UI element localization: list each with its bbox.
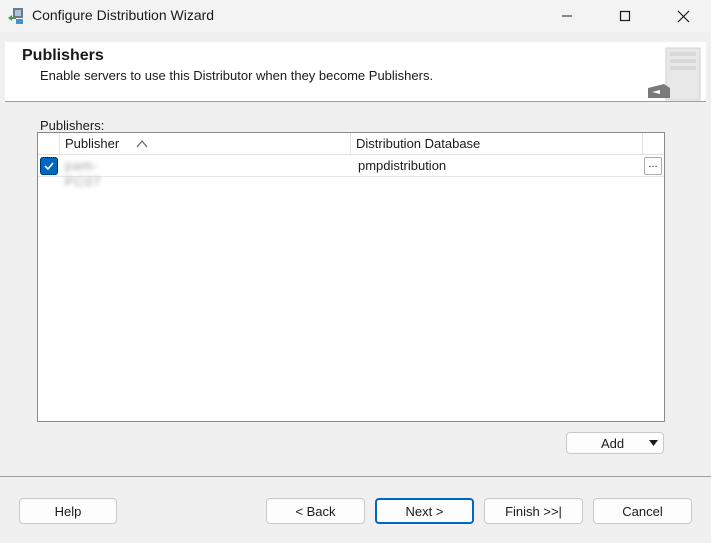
- page-title: Publishers: [22, 47, 104, 64]
- sort-ascending-icon: [136, 140, 148, 148]
- maximize-icon: [619, 10, 631, 22]
- browse-ellipsis-button[interactable]: ...: [644, 157, 662, 175]
- add-dropdown-button[interactable]: Add: [566, 432, 664, 454]
- table-row[interactable]: pam-PC07 pmpdistribution ...: [38, 155, 664, 189]
- row-check-cell[interactable]: [38, 155, 60, 176]
- header-divider: [5, 101, 706, 102]
- header-button-column: [643, 133, 664, 154]
- column-header-distribution-database[interactable]: Distribution Database: [351, 133, 643, 154]
- enable-publisher-checkbox[interactable]: [40, 156, 58, 175]
- close-button[interactable]: [654, 0, 711, 32]
- wizard-header: Publishers Enable servers to use this Di…: [5, 42, 706, 102]
- publishers-label: Publishers:: [40, 118, 105, 133]
- close-icon: [677, 10, 689, 22]
- back-button[interactable]: < Back: [266, 498, 365, 524]
- publisher-name: pam-PC07: [65, 158, 102, 189]
- minimize-button[interactable]: [538, 0, 596, 32]
- cancel-button[interactable]: Cancel: [593, 498, 692, 524]
- publisher-name-cell[interactable]: pam-PC07: [65, 158, 135, 189]
- column-header-publisher[interactable]: Publisher: [60, 133, 351, 154]
- checkmark-icon: [44, 161, 54, 170]
- server-graphic-icon: [648, 47, 701, 101]
- window-title: Configure Distribution Wizard: [32, 7, 215, 23]
- next-button[interactable]: Next >: [375, 498, 474, 524]
- header-check-column: [38, 133, 60, 154]
- distribution-database-cell[interactable]: pmpdistribution: [358, 157, 446, 175]
- help-button[interactable]: Help: [19, 498, 117, 524]
- maximize-button[interactable]: [596, 0, 654, 32]
- title-bar: Configure Distribution Wizard: [0, 0, 711, 32]
- finish-button[interactable]: Finish >>|: [484, 498, 583, 524]
- footer-divider: [0, 476, 711, 477]
- wizard-app-icon: [8, 8, 23, 24]
- page-description: Enable servers to use this Distributor w…: [40, 68, 434, 83]
- minimize-icon: [562, 15, 572, 17]
- grid-header: Publisher Distribution Database: [38, 133, 664, 155]
- publishers-grid[interactable]: Publisher Distribution Database pam-PC07…: [37, 132, 665, 422]
- dropdown-arrow-icon: [649, 440, 658, 446]
